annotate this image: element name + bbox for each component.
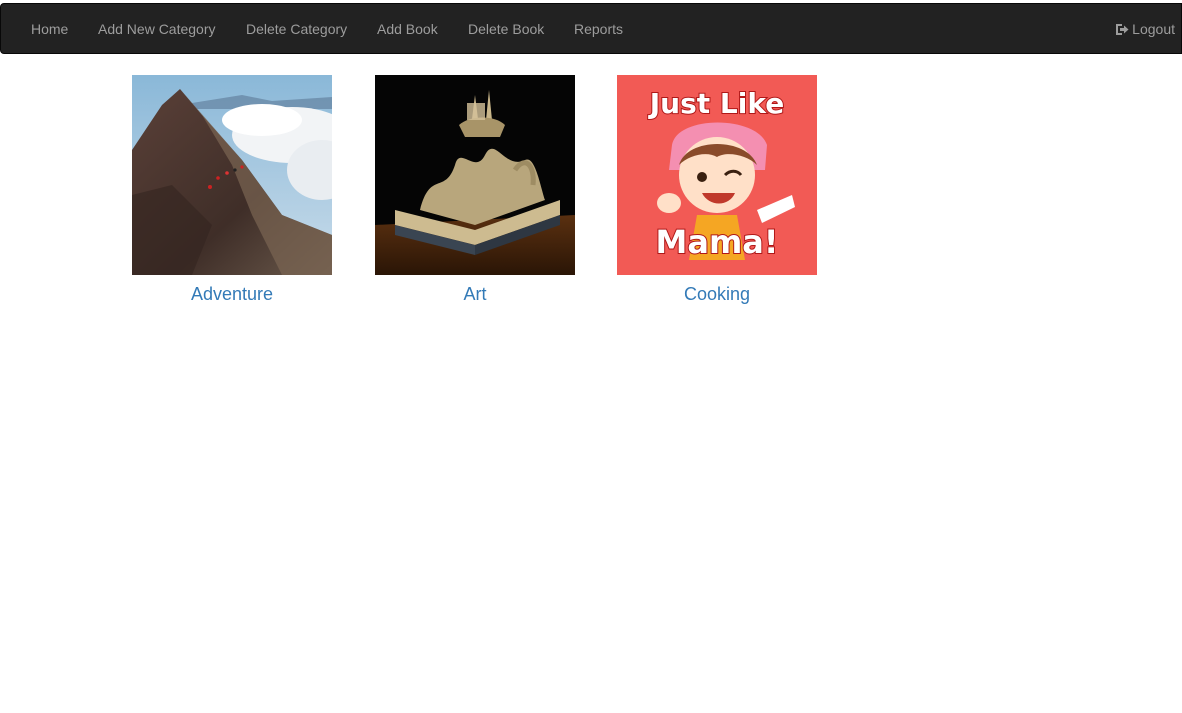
logout-label: Logout	[1132, 21, 1175, 37]
adventure-category-image[interactable]	[132, 75, 332, 275]
art-category-image[interactable]	[375, 75, 575, 275]
category-tile-cooking: Just Like Mama! Cooking	[617, 75, 817, 305]
category-tile-art: Art	[375, 75, 575, 305]
category-link-cooking[interactable]: Cooking	[617, 284, 817, 305]
nav-add-book-link[interactable]: Add Book	[377, 4, 438, 53]
nav-logout-link[interactable]: Logout	[1115, 4, 1175, 53]
cooking-category-image[interactable]: Just Like Mama!	[617, 75, 817, 275]
category-link-adventure[interactable]: Adventure	[132, 284, 332, 305]
top-navbar: Home Add New Category Delete Category Ad…	[0, 3, 1182, 54]
category-tile-adventure: Adventure	[132, 75, 332, 305]
nav-add-new-category-link[interactable]: Add New Category	[98, 4, 216, 53]
category-link-art[interactable]: Art	[375, 284, 575, 305]
logout-icon	[1116, 24, 1129, 35]
svg-text:Just Like: Just Like	[648, 87, 784, 120]
nav-delete-category-link[interactable]: Delete Category	[246, 4, 347, 53]
nav-reports-link[interactable]: Reports	[574, 4, 623, 53]
nav-delete-book-link[interactable]: Delete Book	[468, 4, 544, 53]
svg-text:Mama!: Mama!	[656, 223, 779, 261]
nav-home-link[interactable]: Home	[31, 4, 68, 53]
